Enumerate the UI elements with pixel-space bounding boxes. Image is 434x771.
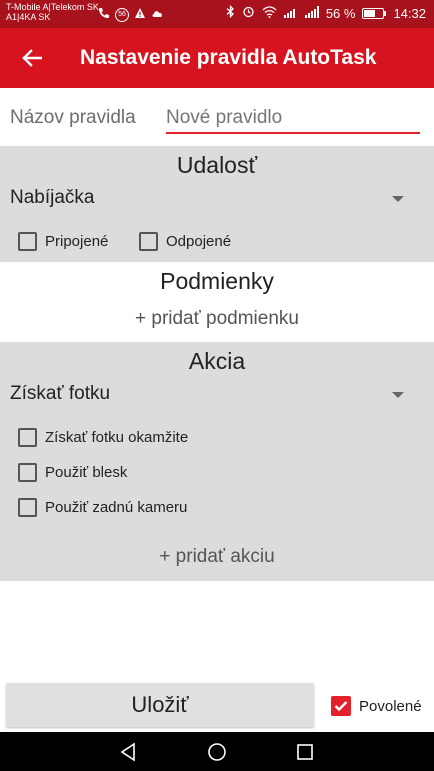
event-title: Udalosť <box>176 152 258 178</box>
carrier-line-1: T-Mobile A|Telekom SK <box>6 2 99 12</box>
navigation-bar <box>0 732 434 771</box>
checkbox-photo-now[interactable]: Získať fotku okamžite <box>18 428 188 447</box>
checkbox-label: Pripojené <box>45 233 109 250</box>
status-left-icons: 56 <box>98 7 164 22</box>
status-bar: T-Mobile A|Telekom SK A1|4KA SK 56 56 % <box>0 0 434 28</box>
warning-icon <box>134 7 146 22</box>
enabled-checkbox[interactable]: Povolené <box>331 696 422 716</box>
page-title: Nastavenie pravidla AutoTask <box>80 46 377 69</box>
clock: 14:32 <box>393 5 426 21</box>
event-selected: Nabíjačka <box>10 187 95 208</box>
battery-percent: 56 % <box>325 5 356 21</box>
conditions-title: Podmienky <box>160 268 274 294</box>
action-spinner[interactable]: Získať fotku <box>0 378 434 412</box>
checkbox-rear-camera[interactable]: Použiť zadnú kameru <box>18 498 187 517</box>
checkbox-box[interactable] <box>18 463 37 482</box>
carrier-info: T-Mobile A|Telekom SK A1|4KA SK <box>6 2 99 22</box>
app-bar: Nastavenie pravidla AutoTask <box>0 28 434 88</box>
rule-name-label: Názov pravidla <box>10 107 136 128</box>
checkbox-box[interactable] <box>18 428 37 447</box>
checkbox-label: Použiť zadnú kameru <box>45 499 188 516</box>
action-section: Akcia Získať fotku Získať fotku okamžite… <box>0 342 434 581</box>
arrow-left-icon <box>22 49 42 67</box>
checkbox-box[interactable] <box>18 232 37 251</box>
action-title: Akcia <box>188 348 246 374</box>
dropdown-arrow-icon <box>392 196 404 202</box>
cloud-icon <box>151 8 164 21</box>
checkbox-checked[interactable] <box>331 696 351 716</box>
conditions-section: Podmienky + pridať podmienku <box>0 262 434 342</box>
status-right-icons: 56 % 14:32 <box>226 4 426 21</box>
rule-name-input[interactable] <box>166 104 420 134</box>
wifi-icon <box>262 5 277 21</box>
home-nav-icon[interactable] <box>205 740 229 764</box>
checkbox-use-flash[interactable]: Použiť blesk <box>18 463 127 482</box>
back-nav-icon[interactable] <box>117 740 141 764</box>
battery-icon <box>362 7 387 19</box>
enabled-label: Povolené <box>359 697 422 715</box>
footer: Uložiť Povolené <box>0 676 434 732</box>
checkbox-connected[interactable]: Pripojené <box>18 232 108 251</box>
dropdown-arrow-icon <box>392 392 404 398</box>
checkbox-label: Odpojené <box>166 233 232 250</box>
checkbox-disconnected[interactable]: Odpojené <box>139 232 231 251</box>
checkbox-label: Získať fotku okamžite <box>45 429 189 446</box>
recents-nav-icon[interactable] <box>293 740 317 764</box>
check-icon <box>334 701 348 712</box>
signal-1-icon <box>283 6 298 21</box>
event-section: Udalosť Nabíjačka Pripojené Odpojené <box>0 146 434 262</box>
add-condition-button[interactable]: + pridať podmienku <box>0 308 434 330</box>
bluetooth-icon <box>226 4 235 21</box>
add-action-button[interactable]: + pridať akciu <box>0 546 434 568</box>
signal-2-icon <box>304 5 319 21</box>
phone-icon <box>98 7 110 22</box>
save-button[interactable]: Uložiť <box>6 683 314 727</box>
checkbox-box[interactable] <box>18 498 37 517</box>
checkbox-label: Použiť blesk <box>45 464 128 481</box>
back-button[interactable] <box>0 28 64 88</box>
rule-name-row: Názov pravidla <box>0 88 434 146</box>
alarm-icon <box>242 5 255 21</box>
checkbox-box[interactable] <box>139 232 158 251</box>
event-spinner[interactable]: Nabíjačka <box>0 182 434 216</box>
action-selected: Získať fotku <box>10 383 111 404</box>
badge-56: 56 <box>115 7 129 22</box>
carrier-line-2: A1|4KA SK <box>6 12 51 22</box>
